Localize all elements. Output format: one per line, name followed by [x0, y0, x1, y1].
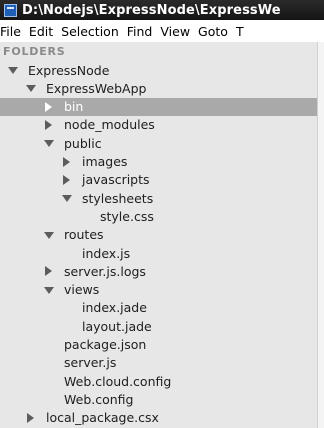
tree-item-label: routes: [64, 227, 104, 243]
tree-folder-javascripts[interactable]: javascripts: [0, 171, 317, 189]
tree-item-label: index.jade: [82, 300, 147, 316]
tree-file-style-css[interactable]: style.css: [0, 207, 317, 225]
window-title: D:\Nodejs\ExpressNode\ExpressWe: [22, 2, 281, 18]
chevron-down-icon[interactable]: [62, 195, 72, 203]
menu-find[interactable]: Find: [127, 24, 161, 39]
tree-file-index-js[interactable]: index.js: [0, 244, 317, 262]
tree-file-server-js[interactable]: server.js: [0, 354, 317, 372]
chevron-right-icon[interactable]: [45, 101, 52, 112]
tree-item-label: node_modules: [64, 117, 155, 133]
tree-item-label: Web.cloud.config: [64, 373, 172, 389]
chevron-down-icon[interactable]: [8, 67, 18, 74]
folders-header: FOLDERS: [3, 45, 66, 58]
chevron-right-icon[interactable]: [63, 156, 70, 167]
chevron-down-icon[interactable]: [26, 85, 36, 93]
tree-item-label: Web.config: [64, 391, 134, 407]
tree-file-index-jade[interactable]: index.jade: [0, 299, 317, 317]
tree-folder-public[interactable]: public: [0, 134, 317, 152]
tree-folder-local-package-csx[interactable]: local_package.csx: [0, 409, 317, 427]
tree-folder-server-js-logs[interactable]: server.js.logs: [0, 262, 317, 280]
tree-item-label: index.js: [82, 245, 131, 261]
tree-item-label: layout.jade: [82, 318, 152, 334]
tree-file-web-cloud-config[interactable]: Web.cloud.config: [0, 372, 317, 390]
tree-folder-node-modules[interactable]: node_modules: [0, 116, 317, 134]
editor-window: D:\Nodejs\ExpressNode\ExpressWe File Edi…: [0, 0, 324, 428]
menu-goto[interactable]: Goto: [198, 24, 236, 39]
app-icon: [4, 3, 17, 17]
menu-file[interactable]: File: [0, 24, 29, 39]
chevron-right-icon[interactable]: [45, 266, 52, 277]
chevron-right-icon[interactable]: [63, 174, 70, 185]
tree-item-label: stylesheets: [82, 190, 154, 206]
tree-item-label: local_package.csx: [46, 410, 159, 426]
tree-folder-bin[interactable]: bin: [0, 97, 317, 116]
menu-edit[interactable]: Edit: [29, 24, 61, 39]
tree-item-label: public: [64, 135, 102, 151]
menu-bar: File Edit Selection Find View Goto T: [0, 20, 324, 42]
folder-sidebar: FOLDERS ExpressNode ExpressWebApp bin node_…: [0, 42, 317, 428]
chevron-down-icon[interactable]: [44, 231, 54, 239]
tree-item-label: ExpressWebApp: [46, 80, 147, 96]
tree-file-package-json[interactable]: package.json: [0, 336, 317, 354]
tree-folder-stylesheets[interactable]: stylesheets: [0, 189, 317, 207]
tree-item-label: style.css: [100, 208, 154, 224]
menu-selection[interactable]: Selection: [61, 24, 127, 39]
chevron-right-icon[interactable]: [27, 412, 34, 423]
tree-item-label: bin: [64, 99, 84, 115]
tree-folder-expresswebapp[interactable]: ExpressWebApp: [0, 79, 317, 97]
tree-item-label: ExpressNode: [28, 62, 110, 78]
tree-item-label: views: [64, 282, 100, 298]
tree-item-label: server.js: [64, 355, 117, 371]
sidebar-scroll-edge[interactable]: [317, 42, 324, 428]
tree-folder-expressnode[interactable]: ExpressNode: [0, 61, 317, 79]
tree-file-web-config[interactable]: Web.config: [0, 390, 317, 408]
tree-item-label: package.json: [64, 337, 147, 352]
chevron-down-icon[interactable]: [44, 140, 54, 148]
tree-folder-routes[interactable]: routes: [0, 226, 317, 244]
tree-file-layout-jade[interactable]: layout.jade: [0, 317, 317, 335]
chevron-right-icon[interactable]: [45, 119, 52, 130]
menu-view[interactable]: View: [160, 24, 198, 39]
tree-folder-images[interactable]: images: [0, 153, 317, 171]
title-bar: D:\Nodejs\ExpressNode\ExpressWe: [0, 0, 324, 20]
chevron-down-icon[interactable]: [44, 286, 54, 294]
menu-tools-truncated[interactable]: T: [236, 24, 252, 39]
tree-item-label: javascripts: [82, 172, 150, 188]
tree-item-label: server.js.logs: [64, 263, 146, 279]
tree-item-label: images: [82, 154, 128, 169]
tree-folder-views[interactable]: views: [0, 281, 317, 299]
